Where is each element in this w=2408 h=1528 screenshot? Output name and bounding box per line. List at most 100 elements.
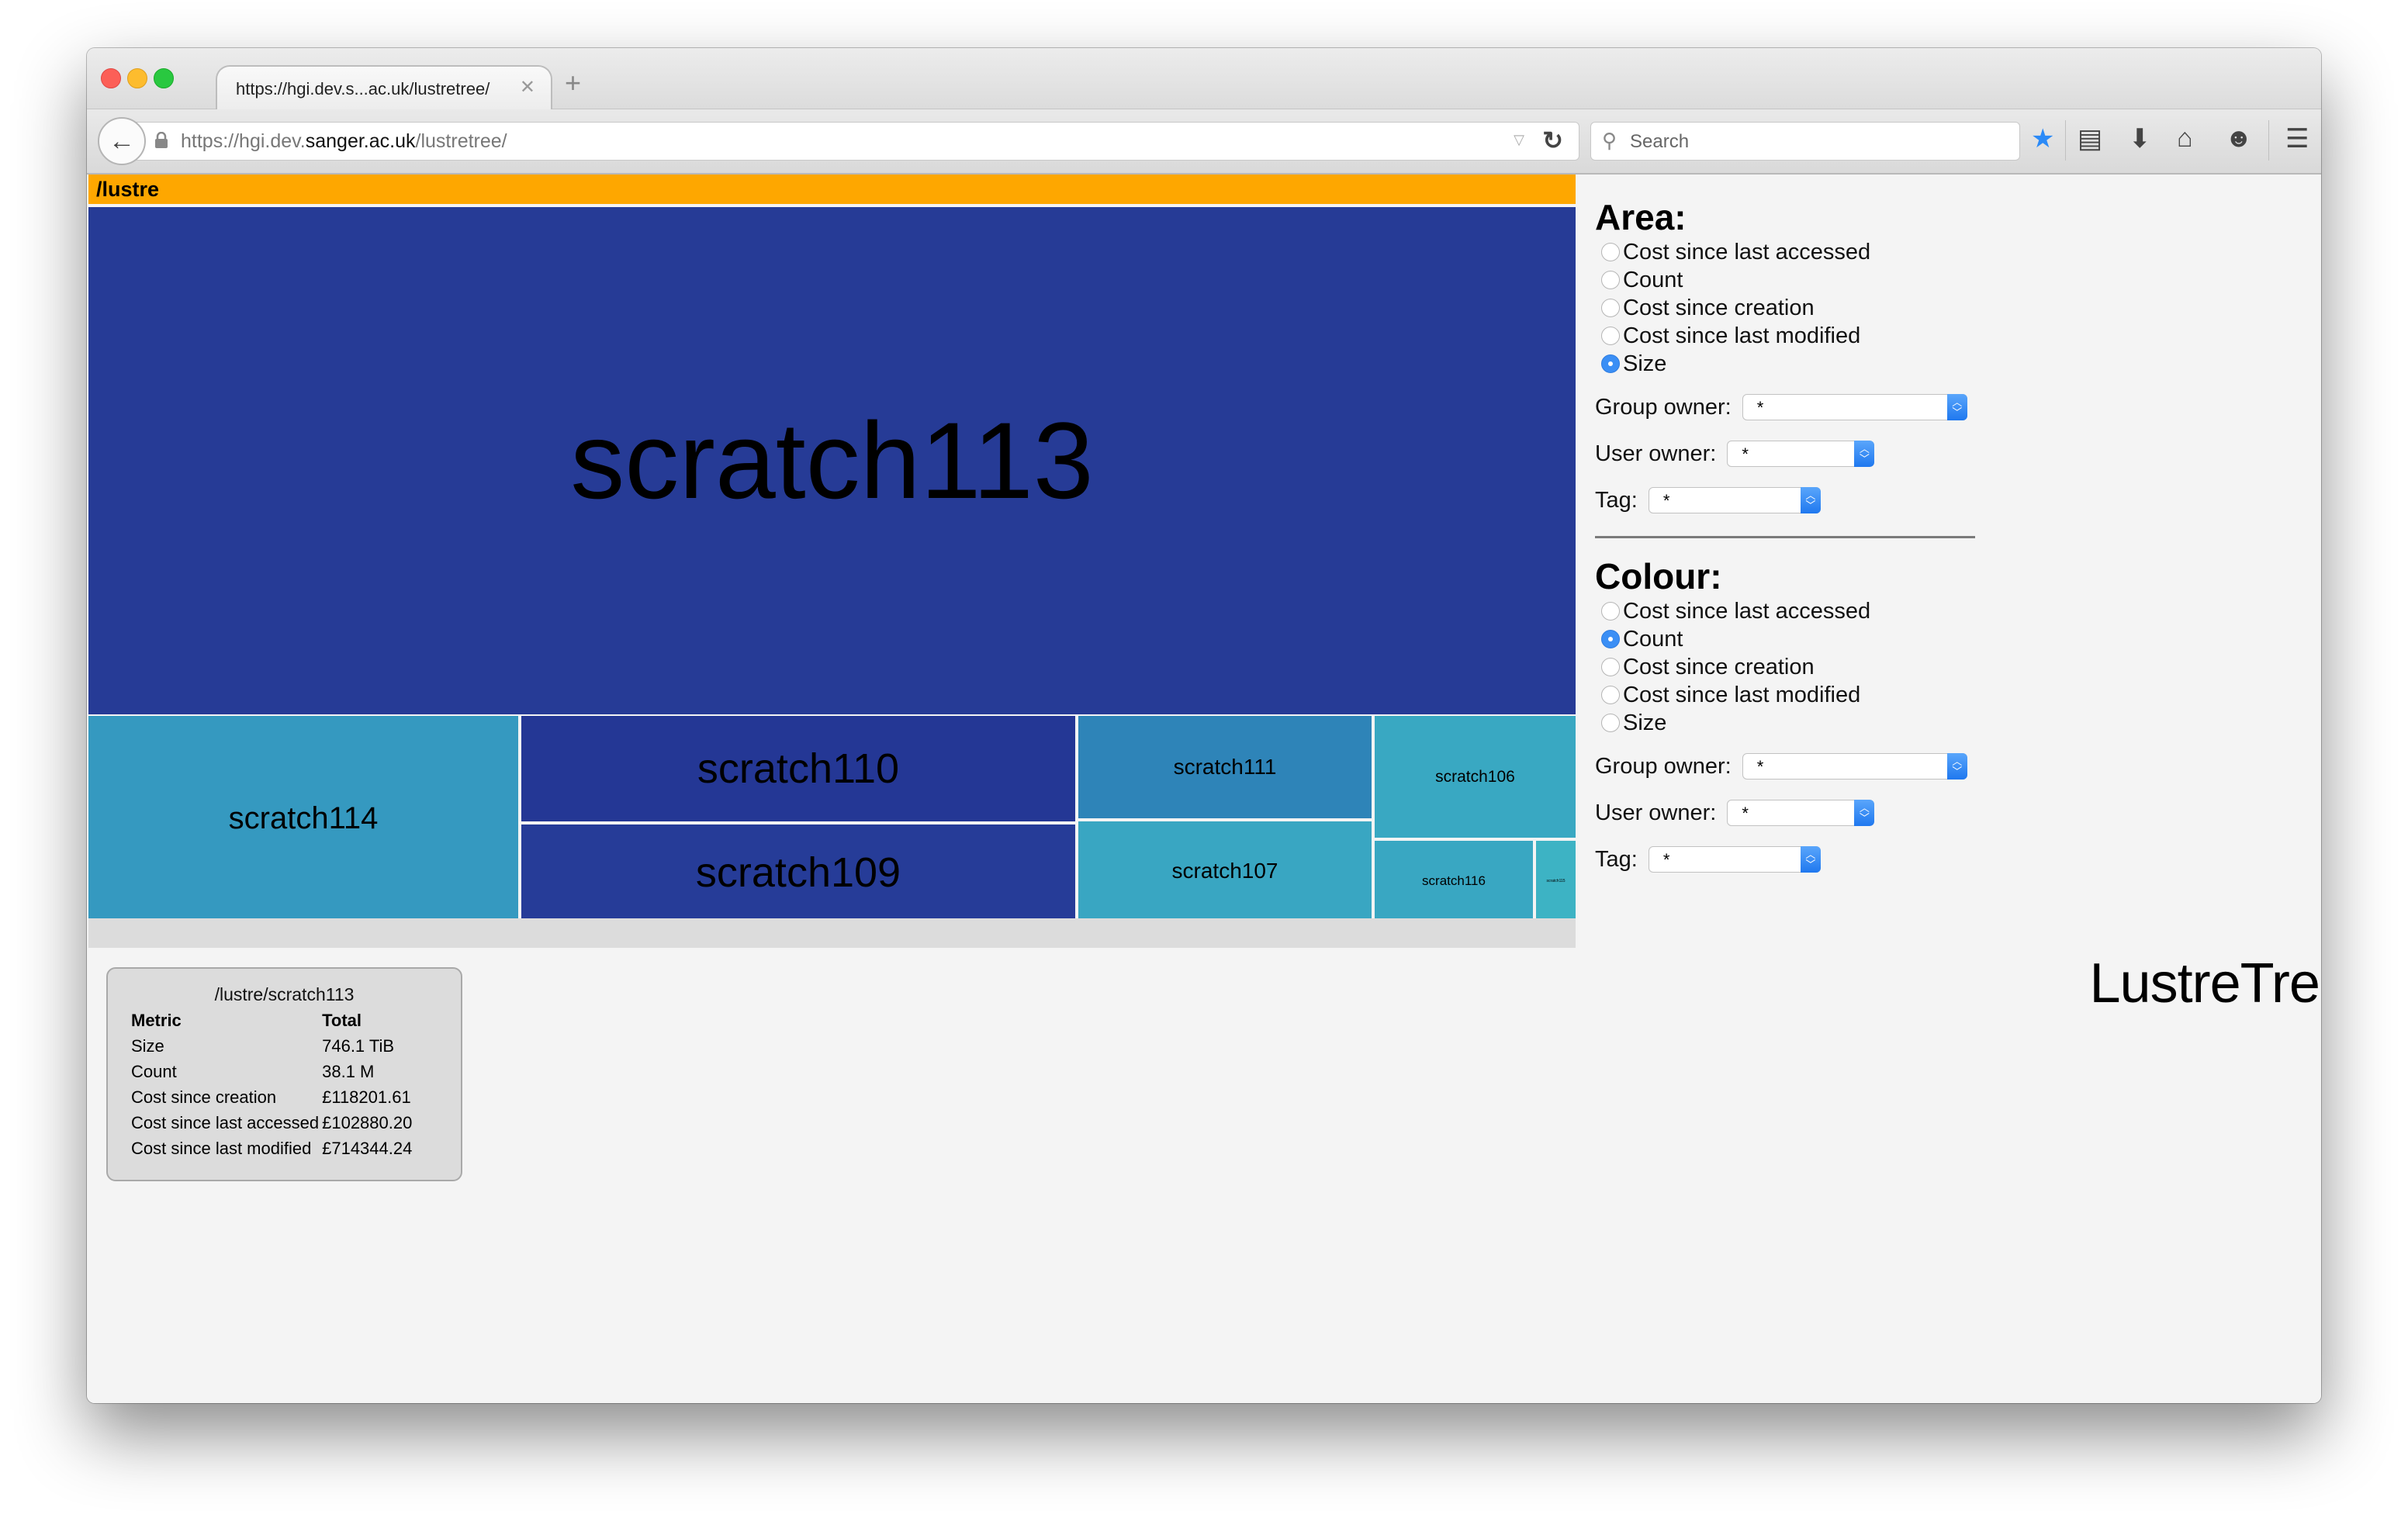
search-input[interactable]: ⚲ Search: [1590, 122, 2020, 161]
tab-title: https://hgi.dev.s...ac.uk/lustretree/: [236, 79, 490, 99]
colour-radio[interactable]: [1601, 630, 1620, 648]
colour-option[interactable]: Cost since last modified: [1595, 681, 2029, 709]
url-domain: sanger.ac.uk: [305, 130, 416, 152]
area-radio[interactable]: [1601, 354, 1620, 373]
tooltip-header-metric: Metric: [131, 1010, 182, 1030]
colour-option-label: Cost since creation: [1623, 654, 1815, 679]
area-group-owner-select[interactable]: * ︿ ﹀: [1742, 394, 1967, 420]
colour-radio[interactable]: [1601, 658, 1620, 676]
select-value: *: [1756, 757, 1764, 776]
tab-bar: https://hgi.dev.s...ac.uk/lustretree/ ✕ …: [87, 48, 2321, 112]
treemap-cell-label: scratch114: [228, 800, 379, 835]
chevron-up-down-icon[interactable]: ︿ ﹀: [1946, 753, 1967, 780]
treemap: /lustre scratch113 scratch114 scratch110 sc…: [88, 175, 1576, 997]
treemap-root-bar[interactable]: /lustre: [88, 175, 1576, 204]
chevron-up-down-icon[interactable]: ︿ ﹀: [1854, 441, 1875, 467]
plus-icon[interactable]: +: [565, 67, 581, 99]
area-option[interactable]: Cost since creation: [1595, 294, 2029, 322]
colour-radio[interactable]: [1601, 686, 1620, 704]
area-option[interactable]: Size: [1595, 350, 2029, 378]
treemap-cell-scratch116[interactable]: scratch116: [1375, 841, 1533, 921]
search-icon: ⚲: [1602, 129, 1617, 152]
tooltip-path: /lustre/scratch113: [214, 984, 355, 1004]
chevron-up-down-icon[interactable]: ︿ ﹀: [1854, 800, 1875, 826]
colour-radio[interactable]: [1601, 714, 1620, 732]
select-value: *: [1756, 398, 1764, 417]
back-button[interactable]: ←: [98, 117, 146, 165]
tooltip-metric: Size: [131, 1035, 164, 1056]
chevron-up-down-icon[interactable]: ︿ ﹀: [1946, 394, 1967, 420]
colour-radio[interactable]: [1601, 602, 1620, 621]
colour-user-owner-select[interactable]: * ︿ ﹀: [1727, 800, 1875, 826]
select-value: *: [1662, 491, 1670, 510]
treemap-cell-scratch113[interactable]: scratch113: [88, 207, 1576, 714]
area-option[interactable]: Cost since last modified: [1595, 322, 2029, 350]
tooltip-row: Cost since creation £118201.61: [131, 1084, 415, 1110]
treemap-cell-scratch107[interactable]: scratch107: [1078, 821, 1372, 921]
treemap-cell-scratch111[interactable]: scratch111: [1078, 716, 1372, 818]
colour-option[interactable]: Cost since creation: [1595, 653, 2029, 681]
colour-option-label: Count: [1623, 626, 1683, 652]
area-title: Area:: [1595, 197, 1687, 237]
dropdown-triangle-icon[interactable]: ▽: [1514, 132, 1524, 148]
chat-icon[interactable]: ☻: [2225, 123, 2253, 154]
tooltip-metric: Count: [131, 1061, 177, 1081]
treemap-cell-scratch115[interactable]: scratch115: [1536, 841, 1576, 921]
colour-title: Colour:: [1595, 556, 1722, 596]
area-user-owner-select[interactable]: * ︿ ﹀: [1727, 441, 1875, 467]
download-icon[interactable]: ⬇: [2129, 123, 2151, 154]
area-tag-select[interactable]: * ︿ ﹀: [1648, 487, 1821, 513]
home-icon[interactable]: ⌂: [2177, 123, 2193, 154]
colour-option-label: Cost since last accessed: [1623, 598, 1871, 624]
colour-option-label: Cost since last modified: [1623, 682, 1861, 707]
chevron-up-down-icon[interactable]: ︿ ﹀: [1800, 846, 1821, 873]
section-divider: [1595, 536, 1975, 538]
treemap-cell-label: scratch110: [697, 745, 900, 792]
url-text: https://hgi.dev.sanger.ac.uk/lustretree/: [181, 130, 507, 153]
area-radio[interactable]: [1601, 299, 1620, 317]
colour-option[interactable]: Cost since last accessed: [1595, 597, 2029, 625]
area-section: Area: Cost since last accessed Count Cost s…: [1595, 196, 2029, 524]
menu-icon[interactable]: ☰: [2285, 123, 2309, 154]
reload-icon[interactable]: ↻: [1542, 126, 1563, 155]
colour-option[interactable]: Size: [1595, 709, 2029, 737]
select-value: *: [1662, 850, 1670, 869]
tooltip-row: Size 746.1 TiB: [131, 1033, 415, 1059]
treemap-cell-label: scratch107: [1171, 859, 1278, 883]
treemap-cell-label: scratch106: [1435, 767, 1515, 786]
area-user-owner-label: User owner:: [1595, 441, 1717, 466]
close-icon[interactable]: ✕: [520, 76, 535, 99]
zoom-window-button[interactable]: [154, 68, 174, 88]
area-option[interactable]: Cost since last accessed: [1595, 238, 2029, 266]
colour-option-label: Size: [1623, 710, 1667, 735]
colour-group-owner-select[interactable]: * ︿ ﹀: [1742, 753, 1967, 780]
treemap-cell-label: scratch113: [570, 399, 1094, 521]
browser-tab[interactable]: https://hgi.dev.s...ac.uk/lustretree/ ✕: [216, 65, 552, 112]
colour-option[interactable]: Count: [1595, 625, 2029, 653]
tooltip-total: 746.1 TiB: [322, 1035, 395, 1056]
url-prefix: https://hgi.dev.: [181, 130, 306, 152]
close-window-button[interactable]: [101, 68, 121, 88]
colour-tag-select[interactable]: * ︿ ﹀: [1648, 846, 1821, 873]
treemap-cell-scratch110[interactable]: scratch110: [521, 716, 1075, 821]
colour-group-owner-label: Group owner:: [1595, 753, 1732, 779]
treemap-cell-scratch106[interactable]: scratch106: [1375, 716, 1576, 838]
toolbar-separator: [2065, 120, 2066, 161]
minimize-window-button[interactable]: [127, 68, 147, 88]
chevron-up-down-icon[interactable]: ︿ ﹀: [1800, 487, 1821, 513]
area-radio[interactable]: [1601, 243, 1620, 261]
reading-list-icon[interactable]: ▤: [2078, 123, 2102, 154]
area-option-label: Count: [1623, 267, 1683, 292]
area-radio[interactable]: [1601, 327, 1620, 345]
app-title: LustreTree: [2089, 952, 2321, 1015]
treemap-cell-scratch114[interactable]: scratch114: [88, 716, 518, 921]
area-option[interactable]: Count: [1595, 266, 2029, 294]
lock-icon: [155, 132, 168, 148]
bookmark-star-icon[interactable]: ★: [2031, 123, 2054, 154]
toolbar-separator: [2268, 120, 2269, 161]
area-radio[interactable]: [1601, 271, 1620, 289]
area-group-owner-row: Group owner: * ︿ ﹀: [1595, 384, 2029, 430]
treemap-cell-scratch109[interactable]: scratch109: [521, 824, 1075, 921]
colour-user-owner-row: User owner: * ︿ ﹀: [1595, 790, 2029, 836]
url-bar[interactable]: https://hgi.dev.sanger.ac.uk/lustretree/…: [133, 122, 1579, 161]
